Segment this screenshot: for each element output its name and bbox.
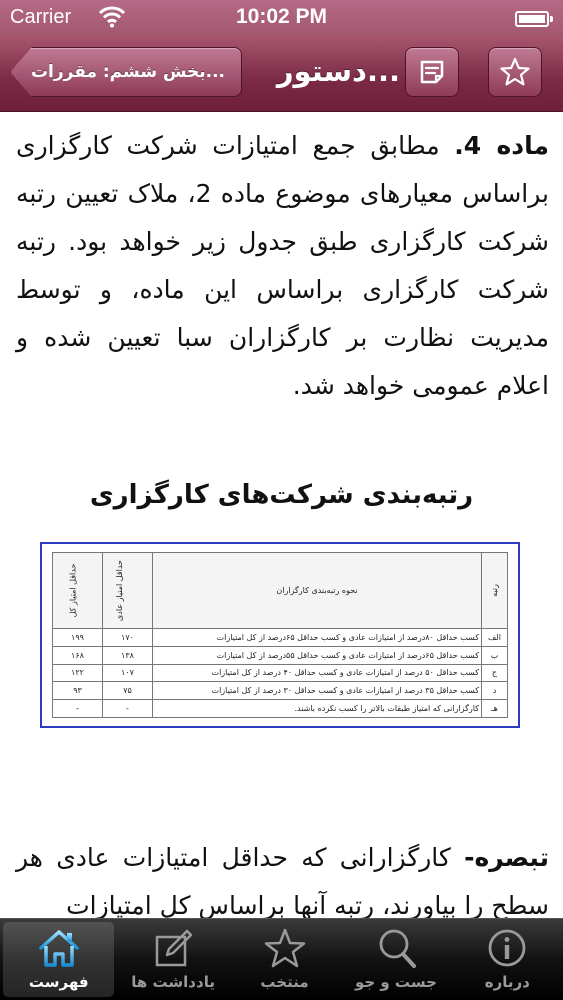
ranking-table-image: رتبه نحوه رتبه‌بندی کارگزاران حداقل امتی… (40, 542, 520, 728)
status-time: 10:02 PM (235, 5, 328, 28)
search-icon (379, 929, 416, 968)
table-row: هـ کارگزارانی که امتیاز طبقات بالاتر را ک… (52, 699, 508, 718)
back-button-label: بخش ششم: مقررات... (30, 62, 225, 82)
article-paragraph: ماده 4. مطابق جمع امتیازات شرکت کارگزاری… (16, 122, 549, 410)
info-icon (488, 929, 526, 967)
tab-label: فهرست (28, 973, 89, 991)
tab-label: جست و جو (354, 973, 437, 991)
tab-label: یادداشت ها (131, 973, 215, 991)
table-header-min-total: حداقل امتیاز کل (52, 552, 103, 629)
article-number: ماده 4. (454, 131, 549, 160)
table-row: ج کسب حداقل ۵۰ درصد از امتیازات عادی و کس… (52, 663, 508, 683)
table-row: ب کسب حداقل ۶۵درصد از امتیازات عادی و کسب… (52, 645, 508, 665)
back-button[interactable]: بخش ششم: مقررات... (10, 47, 242, 97)
table-row: الف کسب حداقل ۸۰درصد از امتیازات عادی و ک… (52, 628, 508, 647)
table-row: د کسب حداقل ۳۵ درصد از امتیازات عادی و کس… (52, 681, 508, 701)
ranking-table: رتبه نحوه رتبه‌بندی کارگزاران حداقل امتی… (52, 552, 508, 718)
battery-icon (515, 11, 553, 27)
tab-contents[interactable]: فهرست (3, 922, 115, 997)
tab-label: درباره (484, 973, 530, 991)
table-header-min-normal: حداقل امتیاز عادی (102, 552, 153, 629)
bookmark-button[interactable] (488, 47, 542, 97)
page-title: دستور... (276, 54, 400, 88)
tab-label: منتخب (260, 973, 309, 991)
tab-search[interactable]: جست و جو (340, 919, 451, 1000)
note-label: تبصره- (464, 843, 549, 872)
article-text: مطابق جمع امتیازات شرکت کارگزاری براساس … (16, 131, 549, 400)
tab-bar: فهرست یادداشت ها منتخب جست و جو درباره (0, 918, 563, 1000)
note-paragraph: تبصره- کارگزارانی که حداقل امتیازات عادی… (16, 834, 549, 918)
document-content[interactable]: ماده 4. مطابق جمع امتیازات شرکت کارگزاری… (0, 112, 563, 918)
star-icon (500, 57, 530, 86)
home-icon (38, 930, 79, 967)
table-header-rank: رتبه (481, 552, 508, 629)
note-icon (420, 60, 444, 84)
navigation-bar: بخش ششم: مقررات... دستور... (0, 36, 563, 112)
table-header-method: نحوه رتبه‌بندی کارگزاران (152, 552, 482, 629)
status-bar: Carrier 10:02 PM (0, 0, 563, 36)
star-icon (264, 928, 305, 968)
tab-notes[interactable]: یادداشت ها (117, 919, 228, 1000)
table-title: رتبه‌بندی شرکت‌های کارگزاری (89, 480, 474, 510)
tab-favorites[interactable]: منتخب (229, 919, 340, 1000)
compose-icon (155, 929, 193, 967)
tab-about[interactable]: درباره (452, 919, 563, 1000)
add-note-button[interactable] (405, 47, 459, 97)
